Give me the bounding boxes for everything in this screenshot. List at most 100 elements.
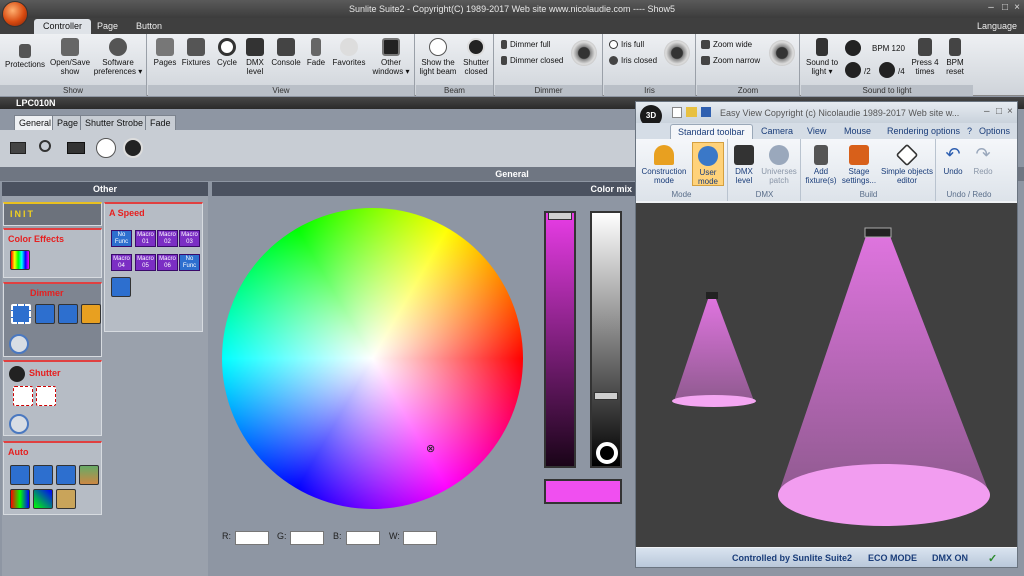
settings-gear-icon[interactable] xyxy=(596,442,618,464)
bpm-div2-button[interactable] xyxy=(845,62,861,78)
new-file-icon[interactable] xyxy=(672,107,682,118)
tab-fade[interactable]: Fade xyxy=(145,115,176,130)
macro-06[interactable]: Macro 06 xyxy=(157,254,178,271)
dimmer-fader[interactable] xyxy=(544,211,576,468)
ev-tab-view[interactable]: View xyxy=(800,124,833,139)
zoom-narrow-button[interactable]: Zoom narrow xyxy=(701,56,760,66)
macro-nofunc[interactable]: No Func xyxy=(111,230,132,247)
ev-minimize-icon[interactable]: – xyxy=(984,106,990,117)
white-input[interactable] xyxy=(403,531,437,545)
auto-1-icon[interactable] xyxy=(33,465,53,485)
bpm-div4-button[interactable] xyxy=(879,62,895,78)
init-panel[interactable]: INIT xyxy=(3,202,102,226)
auto-4-icon[interactable] xyxy=(10,489,30,509)
ev-tab-rendering[interactable]: Rendering options xyxy=(880,124,967,139)
open-white-button[interactable] xyxy=(96,138,116,158)
ev-tab-standard[interactable]: Standard toolbar xyxy=(670,124,753,139)
press-4-times-button[interactable]: Press 4 times xyxy=(911,38,939,76)
redo-button[interactable]: ↷ Redo xyxy=(969,145,997,176)
macro-nofunc-2[interactable]: No Func xyxy=(179,254,200,271)
ev-tab-mouse[interactable]: Mouse xyxy=(837,124,878,139)
favorites-button[interactable]: Favorites xyxy=(330,38,368,67)
dimmer-effect-2-icon[interactable] xyxy=(35,304,55,324)
protections-button[interactable]: Protections xyxy=(4,44,46,69)
color-wheel[interactable] xyxy=(222,208,523,509)
close-icon[interactable]: × xyxy=(1012,3,1022,13)
macro-03[interactable]: Macro 03 xyxy=(179,230,200,247)
red-input[interactable] xyxy=(235,531,269,545)
auto-5-icon[interactable] xyxy=(33,489,53,509)
dimmer-effect-4-icon[interactable] xyxy=(81,304,101,324)
dimmer-full-button[interactable]: Dimmer full xyxy=(501,40,550,50)
tab-shutter-strobe[interactable]: Shutter Strobe xyxy=(80,115,149,130)
dimmer-fader-handle[interactable] xyxy=(548,212,572,220)
construction-mode-button[interactable]: Construction mode xyxy=(638,145,690,185)
other-windows-button[interactable]: Other windows ▾ xyxy=(370,38,412,76)
auto-3-icon[interactable] xyxy=(79,465,99,485)
shutter-off-icon[interactable] xyxy=(13,386,33,406)
stage-settings-button[interactable]: Stage settings... xyxy=(840,145,878,185)
shutter-closed-button[interactable]: Shutter closed xyxy=(458,38,494,76)
auto-nofunc-icon[interactable] xyxy=(10,465,30,485)
ev-options-menu[interactable]: Options ▾ xyxy=(972,124,1017,146)
user-mode-button[interactable]: User mode xyxy=(692,142,724,186)
app-logo-icon[interactable] xyxy=(2,1,28,27)
shutter-knob[interactable] xyxy=(9,414,29,434)
open-folder-icon[interactable] xyxy=(686,107,697,117)
rainbow-effect-icon[interactable] xyxy=(10,250,30,270)
dimmer-closed-button[interactable]: Dimmer closed xyxy=(501,56,563,66)
undo-button[interactable]: ↶ Undo xyxy=(939,145,967,176)
language-menu[interactable]: Language xyxy=(968,19,1024,34)
iris-closed-button[interactable]: Iris closed xyxy=(609,56,657,66)
screen-icon[interactable] xyxy=(10,142,26,154)
speed-effect-icon[interactable] xyxy=(111,277,131,297)
fixtures-button[interactable]: Fixtures xyxy=(180,38,212,67)
layout-icon[interactable] xyxy=(67,142,85,154)
minimize-icon[interactable]: – xyxy=(986,3,996,13)
dimmer-effect-3-icon[interactable] xyxy=(58,304,78,324)
pages-button[interactable]: Pages xyxy=(152,38,178,67)
tab-page[interactable]: Page xyxy=(52,115,84,130)
iris-knob[interactable] xyxy=(664,40,690,66)
white-fader[interactable] xyxy=(590,211,622,468)
macro-04[interactable]: Macro 04 xyxy=(111,254,132,271)
dimmer-knob[interactable] xyxy=(9,334,29,354)
software-preferences-button[interactable]: Software preferences ▾ xyxy=(92,38,144,76)
cycle-button[interactable]: Cycle xyxy=(214,38,240,67)
tab-controller[interactable]: Controller xyxy=(34,19,92,34)
show-light-beam-button[interactable]: Show the light beam xyxy=(418,38,458,76)
macro-01[interactable]: Macro 01 xyxy=(135,230,156,247)
simple-objects-editor-button[interactable]: Simple objects editor xyxy=(880,143,934,185)
macro-05[interactable]: Macro 05 xyxy=(135,254,156,271)
sound-to-light-button[interactable]: Sound to light ▾ xyxy=(803,38,841,76)
blue-input[interactable] xyxy=(346,531,380,545)
white-fader-handle[interactable] xyxy=(594,392,618,400)
3d-scene-viewport[interactable] xyxy=(636,203,1017,547)
ev-maximize-icon[interactable]: □ xyxy=(996,106,1002,117)
console-button[interactable]: Console xyxy=(270,38,302,67)
maximize-icon[interactable]: □ xyxy=(1000,3,1010,13)
auto-6-icon[interactable] xyxy=(56,489,76,509)
dimmer-knob[interactable] xyxy=(571,40,597,66)
dimmer-effect-1-icon[interactable] xyxy=(11,304,31,324)
open-save-button[interactable]: Open/Save show xyxy=(48,38,92,76)
universes-patch-button[interactable]: Universes patch xyxy=(759,145,799,185)
ev-tab-camera[interactable]: Camera xyxy=(754,124,800,139)
search-icon[interactable] xyxy=(39,140,51,152)
tab-button[interactable]: Button xyxy=(127,19,171,34)
save-icon[interactable] xyxy=(701,107,711,117)
dmx-level-button[interactable]: DMX level xyxy=(242,38,268,76)
tab-page[interactable]: Page xyxy=(88,19,127,34)
color-picker-cursor-icon[interactable]: ⊗ xyxy=(426,444,436,455)
bpm-reset-button[interactable]: BPM reset xyxy=(941,38,969,76)
ev-dmx-level-button[interactable]: DMX level xyxy=(731,145,757,185)
zoom-wide-button[interactable]: Zoom wide xyxy=(701,40,752,50)
green-input[interactable] xyxy=(290,531,324,545)
auto-2-icon[interactable] xyxy=(56,465,76,485)
add-fixtures-button[interactable]: Add fixture(s) xyxy=(804,145,838,185)
zoom-knob[interactable] xyxy=(769,40,795,66)
macro-02[interactable]: Macro 02 xyxy=(157,230,178,247)
iris-full-button[interactable]: Iris full xyxy=(609,40,644,50)
ev-close-icon[interactable]: × xyxy=(1007,106,1013,117)
fade-button[interactable]: Fade xyxy=(304,38,328,67)
